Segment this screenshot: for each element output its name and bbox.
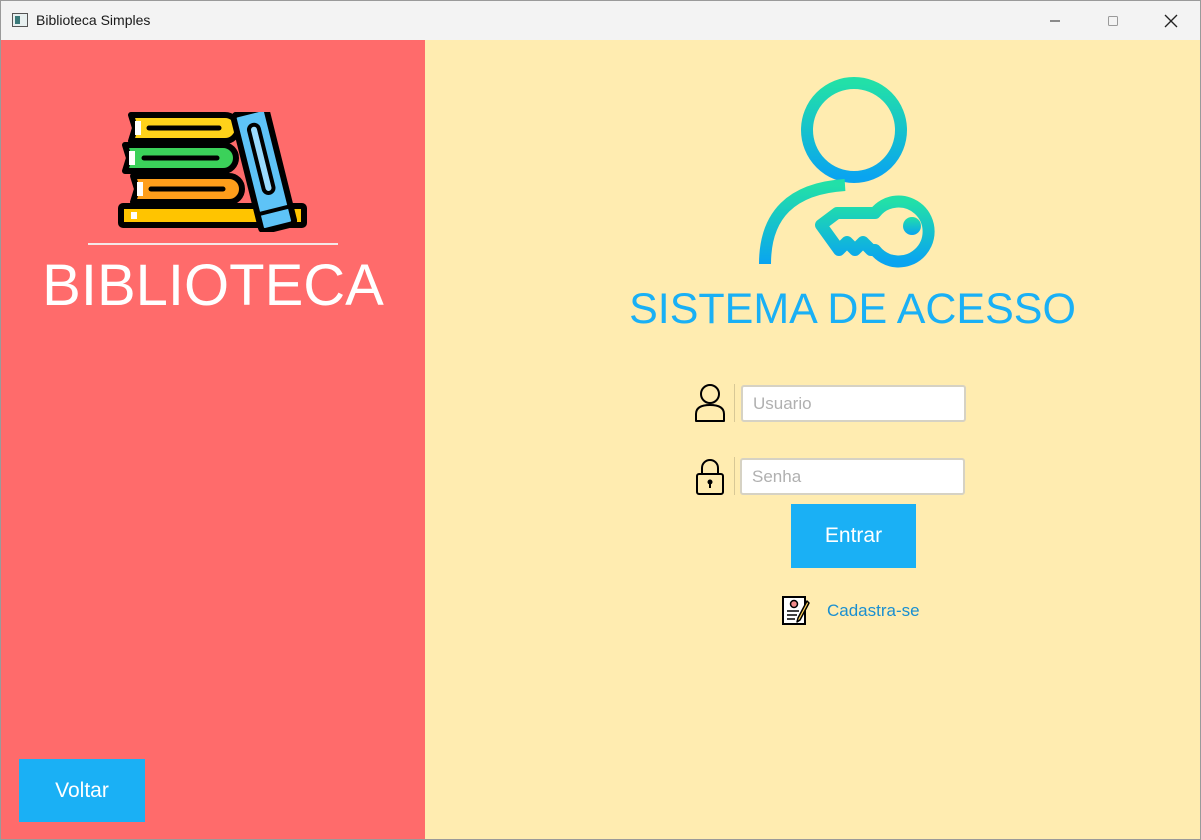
minimize-icon (1050, 20, 1060, 21)
maximize-icon (1108, 15, 1118, 26)
back-button[interactable]: Voltar (19, 759, 145, 822)
username-input[interactable] (741, 385, 966, 422)
register-link[interactable]: Cadastra-se (827, 601, 920, 621)
brand-title: BIBLIOTECA (42, 253, 384, 318)
brand-divider (88, 243, 338, 245)
right-panel: SISTEMA DE ACESSO Entrar Cadastra-se (425, 40, 1200, 839)
username-separator (734, 384, 735, 422)
password-separator (734, 457, 735, 495)
app-window: Biblioteca Simples BIBLIOTECA Voltar SIS… (0, 0, 1201, 840)
title-bar: Biblioteca Simples (1, 1, 1200, 40)
left-panel: BIBLIOTECA Voltar (1, 40, 425, 839)
system-title: SISTEMA DE ACESSO (629, 285, 1076, 333)
app-icon (12, 13, 28, 27)
close-icon (1164, 14, 1178, 27)
user-icon (695, 384, 725, 422)
lock-icon (696, 459, 724, 495)
register-form-icon (782, 596, 810, 625)
close-button[interactable] (1142, 1, 1200, 40)
window-title: Biblioteca Simples (36, 12, 151, 28)
user-key-icon (759, 77, 935, 268)
maximize-button[interactable] (1084, 1, 1142, 40)
minimize-button[interactable] (1026, 1, 1084, 40)
books-icon (118, 112, 307, 232)
password-input[interactable] (740, 458, 965, 495)
enter-button[interactable]: Entrar (791, 504, 916, 568)
